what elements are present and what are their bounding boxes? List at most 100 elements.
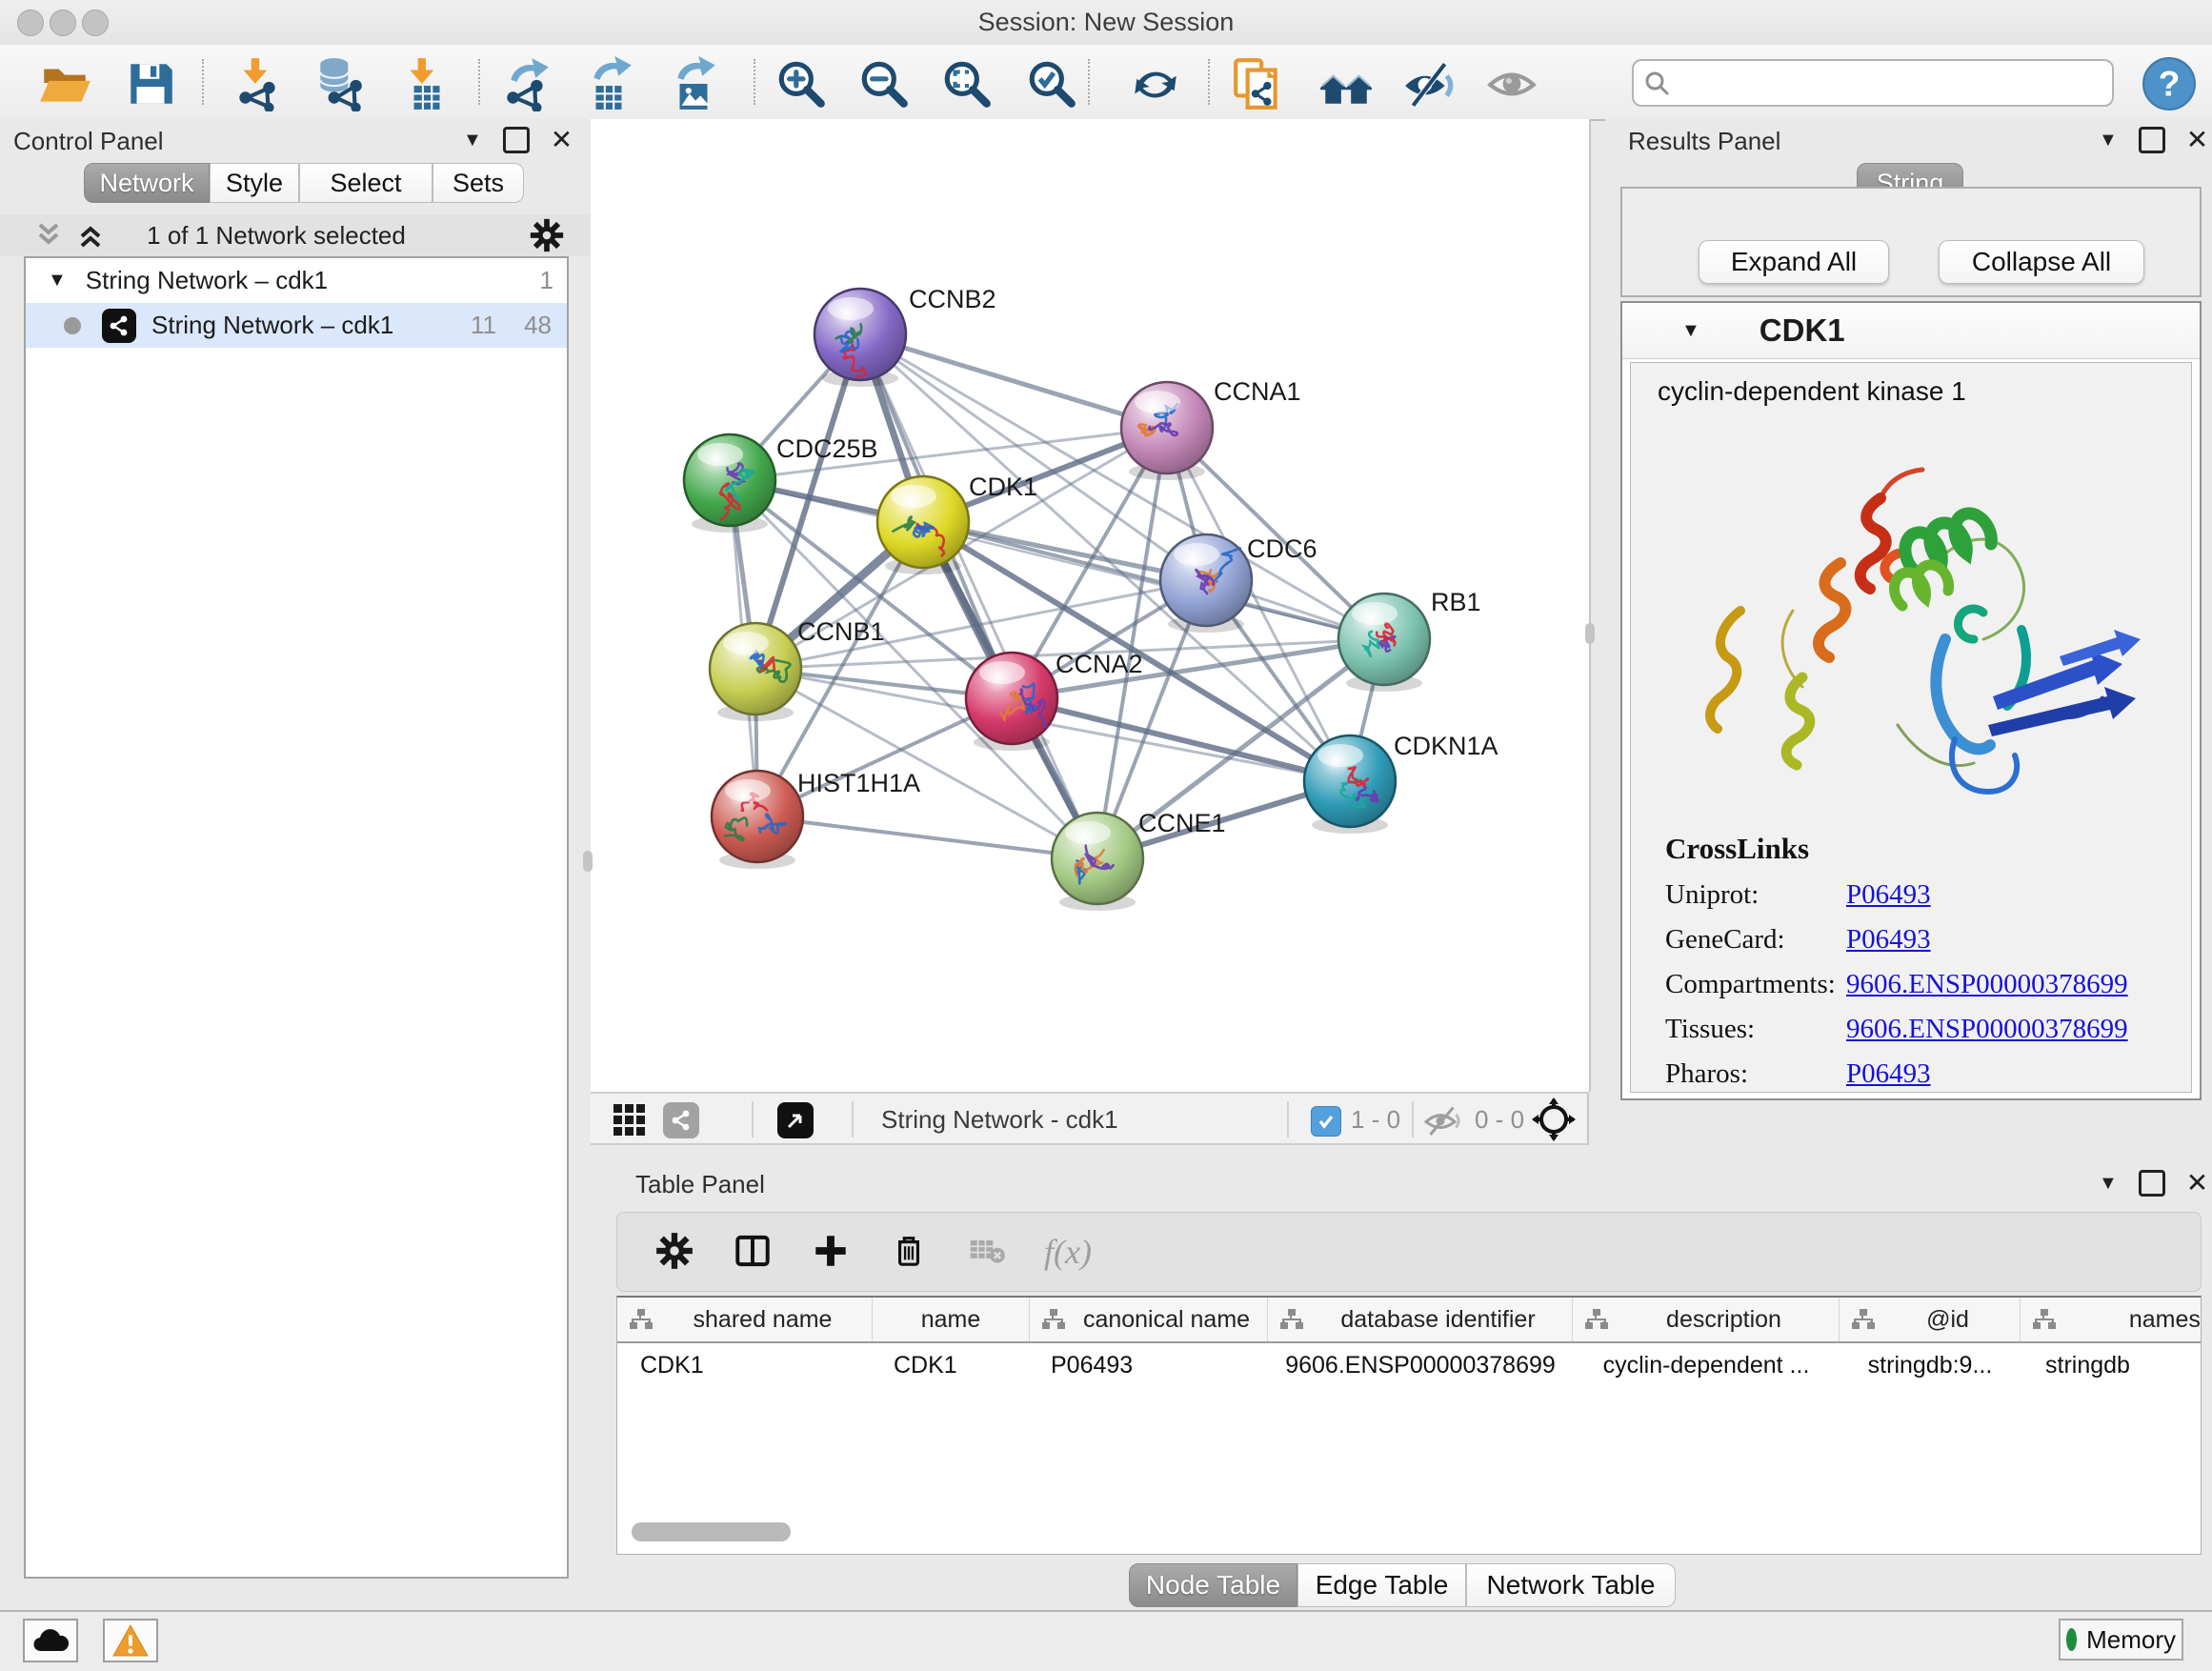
help-button[interactable]: ? — [2142, 56, 2197, 111]
close-panel-icon[interactable]: ✕ — [2186, 1173, 2208, 1194]
node-CDK1: CDK1 — [877, 473, 1037, 574]
float-panel-icon[interactable] — [503, 127, 530, 153]
expand-all-button[interactable]: Expand All — [1699, 240, 1889, 284]
export-image-button[interactable] — [666, 56, 721, 111]
memory-status-dot — [2066, 1628, 2077, 1651]
results-entry-header[interactable]: ▼ CDK1 — [1622, 303, 2200, 359]
entry-collapse-icon[interactable]: ▼ — [1681, 320, 1700, 342]
close-panel-icon[interactable]: ✕ — [2186, 130, 2208, 151]
crosslink-row: Compartments: 9606.ENSP00000378699 — [1665, 969, 2128, 1000]
column-header[interactable]: canonical name — [1030, 1298, 1268, 1341]
selected-node-edge-counts: 1 - 0 — [1351, 1094, 1400, 1145]
import-network-database-button[interactable] — [312, 56, 368, 111]
zoom-selected-button[interactable] — [1024, 56, 1079, 111]
export-network-button[interactable] — [499, 56, 554, 111]
create-column-icon[interactable] — [810, 1230, 852, 1275]
right-splitter-grip[interactable] — [1585, 623, 1595, 644]
node-label-CDC6: CDC6 — [1247, 534, 1317, 563]
cloud-status-button[interactable] — [23, 1619, 78, 1662]
tab-network[interactable]: Network — [84, 163, 210, 203]
network-row[interactable]: String Network – cdk1 11 48 — [26, 303, 567, 348]
column-header[interactable]: shared name — [617, 1298, 873, 1341]
toolbar-separator — [1088, 59, 1090, 105]
left-splitter-grip[interactable] — [583, 851, 593, 872]
horizontal-scrollbar-thumb[interactable] — [632, 1522, 791, 1541]
crosslink-label: Pharos: — [1665, 1058, 1846, 1090]
tab-select[interactable]: Select — [299, 163, 432, 203]
tab-network-table[interactable]: Network Table — [1466, 1563, 1676, 1607]
toolbar-separator — [754, 59, 755, 105]
float-panel-icon[interactable] — [2139, 1170, 2165, 1197]
memory-button[interactable]: Memory — [2059, 1619, 2183, 1661]
zoom-out-button[interactable] — [856, 56, 912, 111]
network-options-gear-icon[interactable] — [528, 216, 566, 254]
node-CCNE1: CCNE1 — [1052, 809, 1226, 911]
warnings-button[interactable] — [103, 1619, 158, 1662]
fit-selected-crosshair-icon[interactable] — [1532, 1097, 1576, 1141]
node-CCNB2: CCNB2 — [814, 285, 996, 387]
delete-column-icon[interactable] — [888, 1230, 930, 1275]
network-canvas[interactable]: CCNB2CCNA1CDC25BCDK1CDC6RB1CCNB1CCNA2CDK… — [591, 119, 1591, 1092]
panel-menu-icon[interactable]: ▼ — [2099, 1173, 2118, 1195]
open-session-button[interactable] — [37, 56, 92, 111]
tab-style[interactable]: Style — [210, 163, 299, 203]
results-panel-header-icons: ▼ ✕ — [2099, 127, 2208, 153]
apply-layout-button[interactable] — [1128, 56, 1183, 111]
uniprot-link[interactable]: P06493 — [1846, 879, 1931, 910]
column-header[interactable]: description — [1573, 1298, 1840, 1341]
home-databases-icon[interactable] — [1318, 56, 1374, 111]
network-collection-row[interactable]: ▼ String Network – cdk1 1 — [26, 258, 567, 303]
column-header[interactable]: @id — [1840, 1298, 2021, 1341]
panel-menu-icon[interactable]: ▼ — [2099, 130, 2118, 151]
zoom-fit-button[interactable] — [939, 56, 995, 111]
table-options-gear-icon[interactable] — [654, 1230, 695, 1275]
tab-sets[interactable]: Sets — [432, 163, 524, 203]
hide-unhide-button[interactable] — [1401, 56, 1457, 111]
string-protein-query-button[interactable] — [1230, 56, 1285, 111]
collection-count: 1 — [540, 266, 553, 295]
column-header[interactable]: name — [873, 1298, 1030, 1341]
show-columns-icon[interactable] — [732, 1230, 774, 1275]
crosslink-label: Uniprot: — [1665, 879, 1846, 911]
network-label: String Network – cdk1 — [151, 311, 393, 340]
genecard-link[interactable]: P06493 — [1846, 924, 1931, 955]
function-builder-icon-disabled: f(x) — [1044, 1232, 1092, 1272]
float-panel-icon[interactable] — [2139, 127, 2165, 153]
tab-node-table[interactable]: Node Table — [1129, 1563, 1297, 1607]
toolbar-separator — [1208, 59, 1210, 105]
network-view-icon[interactable] — [663, 1102, 699, 1138]
import-network-file-button[interactable] — [230, 56, 285, 111]
column-header[interactable]: namespace — [2021, 1298, 2202, 1341]
node-label-CDKN1A: CDKN1A — [1394, 732, 1498, 760]
show-eye-button[interactable] — [1484, 56, 1539, 111]
selected-checkbox-icon[interactable] — [1311, 1106, 1341, 1137]
birdseye-view-icon[interactable] — [777, 1102, 814, 1138]
grid-view-icon[interactable] — [612, 1102, 646, 1137]
node-label-HIST1H1A: HIST1H1A — [797, 769, 920, 797]
column-header[interactable]: database identifier — [1268, 1298, 1573, 1341]
network-status-dot — [64, 317, 81, 334]
node-label-CCNB1: CCNB1 — [797, 617, 885, 646]
compartments-link[interactable]: 9606.ENSP00000378699 — [1846, 969, 2128, 999]
tissues-link[interactable]: 9606.ENSP00000378699 — [1846, 1014, 2128, 1044]
network-view-title: String Network - cdk1 — [881, 1094, 1118, 1145]
crosslinks-section: CrossLinks Uniprot: P06493 GeneCard: P06… — [1665, 832, 2128, 1090]
table-row[interactable]: CDK1 CDK1 P06493 9606.ENSP00000378699 cy… — [617, 1343, 2201, 1387]
collection-expand-icon[interactable]: ▼ — [48, 270, 67, 292]
node-CCNB1: CCNB1 — [710, 617, 885, 721]
save-session-button[interactable] — [123, 56, 178, 111]
network-collection-list: ▼ String Network – cdk1 1 String Network… — [24, 256, 569, 1579]
import-table-button[interactable] — [398, 56, 453, 111]
collapse-all-button[interactable]: Collapse All — [1939, 240, 2144, 284]
results-panel-title: Results Panel — [1628, 127, 1780, 156]
panel-menu-icon[interactable]: ▼ — [463, 130, 482, 151]
cloud-icon — [31, 1626, 70, 1655]
pharos-link[interactable]: P06493 — [1846, 1058, 1931, 1089]
toolbar-separator — [202, 59, 204, 105]
zoom-in-button[interactable] — [774, 56, 829, 111]
search-input[interactable] — [1678, 64, 2104, 102]
warning-icon — [111, 1623, 150, 1658]
close-panel-icon[interactable]: ✕ — [551, 130, 573, 151]
export-table-button[interactable] — [582, 56, 637, 111]
tab-edge-table[interactable]: Edge Table — [1297, 1563, 1466, 1607]
